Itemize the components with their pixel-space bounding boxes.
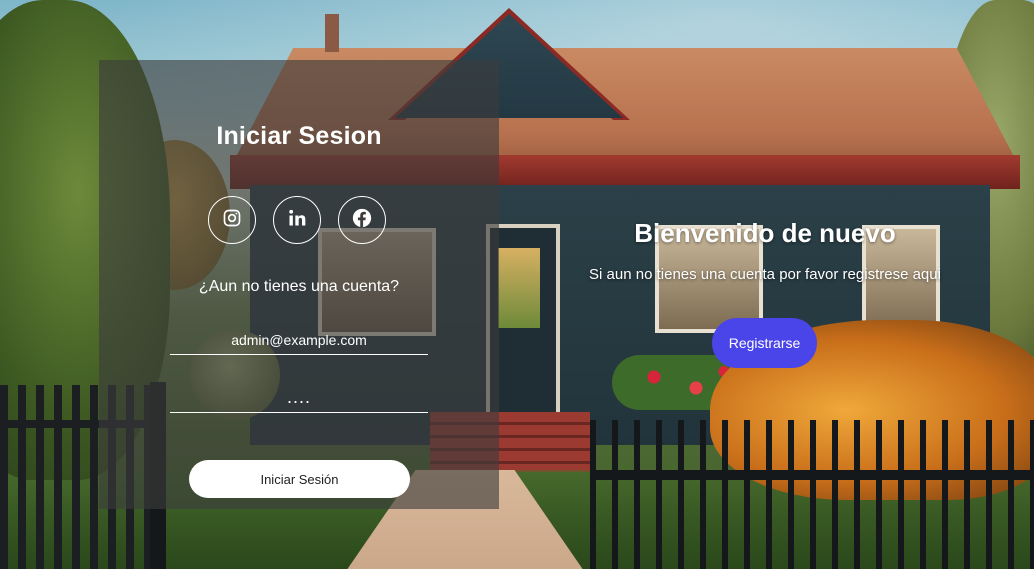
linkedin-icon: [287, 208, 307, 233]
login-submit-button[interactable]: Iniciar Sesión: [189, 460, 410, 498]
email-field[interactable]: [170, 326, 428, 355]
facebook-button[interactable]: [338, 196, 386, 244]
welcome-title: Bienvenido de nuevo: [634, 218, 896, 248]
facebook-icon: [352, 208, 372, 233]
no-account-text: ¿Aun no tienes una cuenta?: [198, 278, 400, 295]
login-title: Iniciar Sesion: [216, 122, 382, 150]
social-buttons: [208, 196, 392, 246]
instagram-button[interactable]: [208, 196, 256, 244]
welcome-text: Si aun no tienes una cuenta por favor re…: [589, 266, 941, 283]
password-field[interactable]: [170, 382, 428, 413]
linkedin-button[interactable]: [273, 196, 321, 244]
instagram-icon: [222, 208, 242, 233]
register-button[interactable]: Registrarse: [712, 318, 817, 368]
login-panel: Iniciar Sesion ¿Aun no tienes una cuenta…: [99, 60, 499, 509]
